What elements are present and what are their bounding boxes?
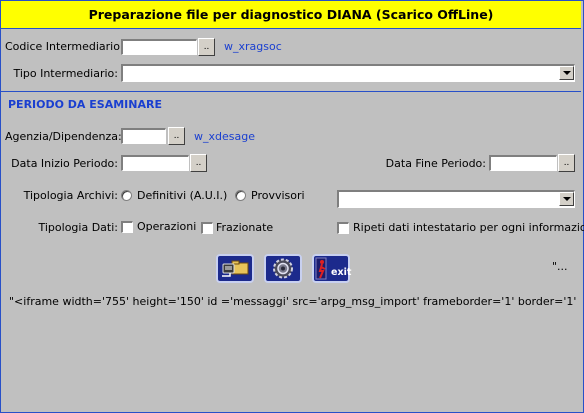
radio-definitivi[interactable] <box>121 190 132 201</box>
tipo-intermediario-label: Tipo Intermediario: <box>13 67 118 80</box>
codice-lookup-button[interactable]: .. <box>198 38 215 56</box>
iframe-message-text: "<iframe width='755' height='150' id ='m… <box>9 295 579 308</box>
radio-definitivi-label: Definitivi (A.U.I.) <box>137 189 228 202</box>
section-divider <box>1 91 581 92</box>
frazionate-label: Frazionate <box>216 221 274 234</box>
tipo-intermediario-select[interactable] <box>121 64 575 82</box>
exit-button[interactable]: exit <box>312 254 352 283</box>
frazionate-checkbox[interactable] <box>201 222 213 234</box>
data-inizio-input[interactable] <box>121 155 189 171</box>
exit-label: exit <box>331 267 352 278</box>
data-fine-calendar-button[interactable]: .. <box>558 154 575 172</box>
operazioni-checkbox[interactable] <box>121 221 133 233</box>
agenzia-input[interactable] <box>121 128 166 144</box>
ripeti-label: Ripeti dati intestatario per ogni inform… <box>353 221 584 234</box>
archivi-select[interactable] <box>337 190 575 208</box>
ripeti-checkbox[interactable] <box>337 222 349 234</box>
agenzia-label: Agenzia/Dipendenza: <box>5 130 122 143</box>
data-inizio-label: Data Inizio Periodo: <box>11 157 118 170</box>
settings-button[interactable] <box>264 254 302 283</box>
chevron-down-icon[interactable] <box>559 192 574 206</box>
operazioni-label: Operazioni <box>137 220 197 233</box>
codice-ragsoc-link[interactable]: w_xragsoc <box>224 40 282 53</box>
folder-export-icon <box>222 260 249 277</box>
data-inizio-calendar-button[interactable]: .. <box>190 154 207 172</box>
radio-provvisori-label: Provvisori <box>251 189 305 202</box>
radio-provvisori[interactable] <box>235 190 246 201</box>
ellipsis-text: "... <box>552 260 568 273</box>
agenzia-lookup-button[interactable]: .. <box>168 127 185 145</box>
page-title: Preparazione file per diagnostico DIANA … <box>1 1 581 29</box>
section-title: PERIODO DA ESAMINARE <box>8 98 162 111</box>
export-button[interactable] <box>216 254 254 283</box>
chevron-down-icon[interactable] <box>559 66 574 80</box>
agenzia-desage-link[interactable]: w_xdesage <box>194 130 255 143</box>
data-fine-label: Data Fine Periodo: <box>385 157 486 170</box>
codice-intermediario-label: Codice Intermediario: <box>5 40 124 53</box>
gear-icon <box>273 258 293 279</box>
tipologia-archivi-label: Tipologia Archivi: <box>23 189 118 202</box>
data-fine-input[interactable] <box>489 155 557 171</box>
tipologia-dati-label: Tipologia Dati: <box>38 221 119 234</box>
codice-intermediario-input[interactable] <box>121 39 197 55</box>
